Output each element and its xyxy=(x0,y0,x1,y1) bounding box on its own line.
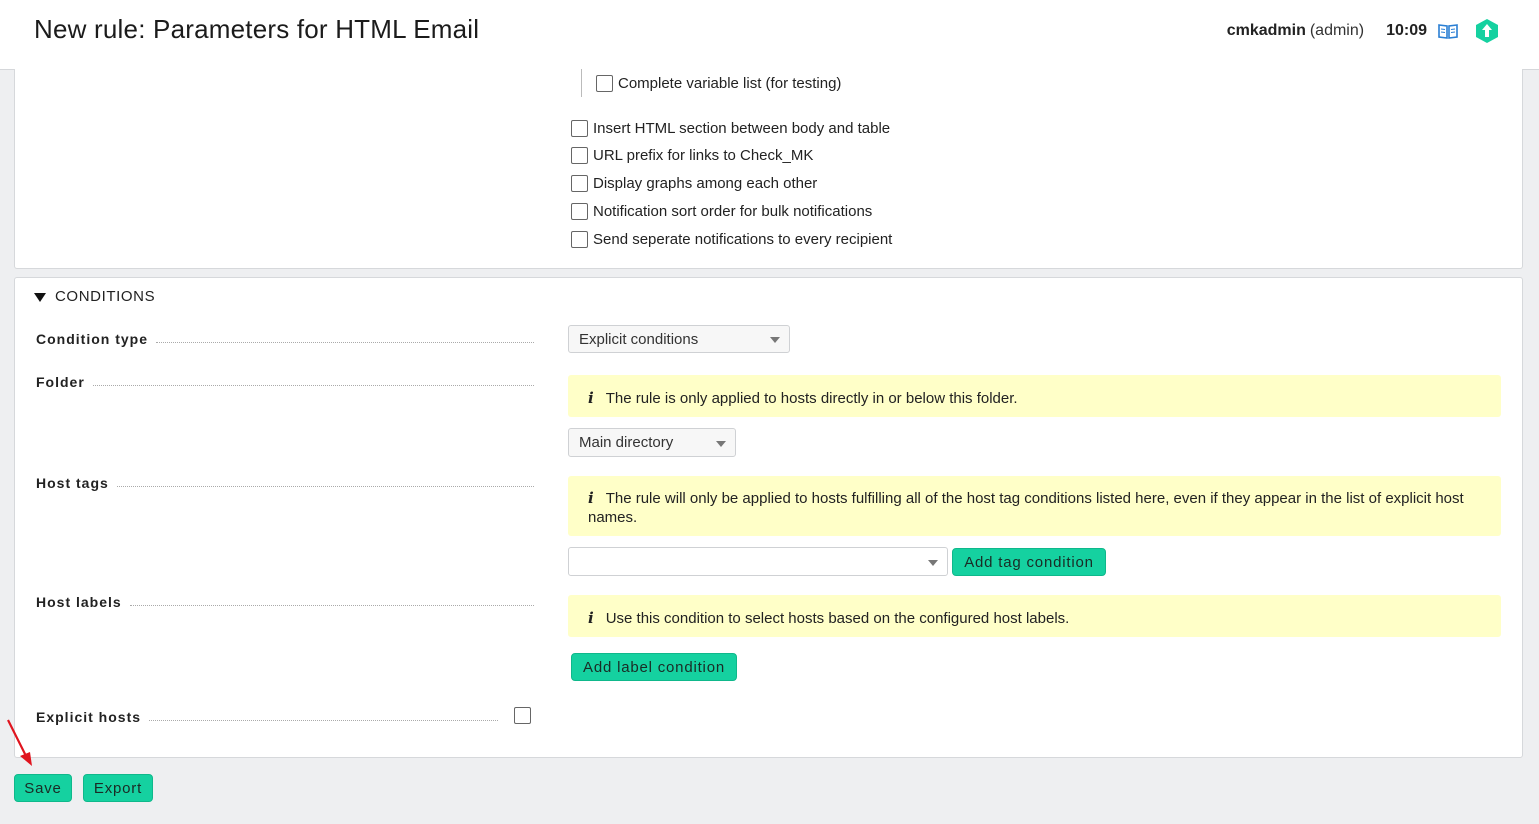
info-icon: i xyxy=(588,609,594,627)
checkbox[interactable] xyxy=(571,231,588,248)
label-explicit-hosts: Explicit hosts xyxy=(36,709,498,725)
option-label: Insert HTML section between body and tab… xyxy=(593,120,891,137)
conditions-header[interactable]: CONDITIONS xyxy=(34,288,155,305)
username[interactable]: cmkadmin xyxy=(1227,22,1306,40)
user-role: (admin) xyxy=(1309,22,1365,39)
label-text: Host labels xyxy=(36,594,122,610)
export-button[interactable]: Export xyxy=(83,774,153,802)
label-host-tags: Host tags xyxy=(36,475,534,491)
label-condition-type: Condition type xyxy=(36,331,534,347)
leader-dots xyxy=(116,486,534,487)
section-title: CONDITIONS xyxy=(55,288,156,305)
leader-dots xyxy=(149,720,498,721)
help-text: Use this condition to select hosts based… xyxy=(605,610,1070,627)
info-icon: i xyxy=(588,389,594,407)
folder-help: i The rule is only applied to hosts direc… xyxy=(568,375,1501,417)
folder-select[interactable]: Main directory xyxy=(568,428,736,457)
option-url-prefix[interactable]: URL prefix for links to Check_MK xyxy=(571,147,813,164)
option-label: URL prefix for links to Check_MK xyxy=(593,147,814,164)
leader-dots xyxy=(92,385,534,386)
label-text: Explicit hosts xyxy=(36,709,142,725)
host-tag-select[interactable] xyxy=(568,547,948,576)
checkbox[interactable] xyxy=(571,203,588,220)
chevron-down-icon xyxy=(770,337,780,343)
add-label-condition-button[interactable]: Add label condition xyxy=(571,653,737,681)
add-tag-condition-button[interactable]: Add tag condition xyxy=(952,548,1106,576)
option-complete-variable-list[interactable]: Complete variable list (for testing) xyxy=(596,75,841,92)
checkbox[interactable] xyxy=(571,120,588,137)
condition-type-select[interactable]: Explicit conditions xyxy=(568,325,790,353)
book-icon[interactable] xyxy=(1437,22,1459,40)
save-button[interactable]: Save xyxy=(14,774,72,802)
option-insert-html-section[interactable]: Insert HTML section between body and tab… xyxy=(571,120,890,137)
collapse-triangle-icon[interactable] xyxy=(34,293,46,302)
label-text: Condition type xyxy=(36,331,148,347)
label-host-labels: Host labels xyxy=(36,594,534,610)
checkbox[interactable] xyxy=(571,175,588,192)
host-labels-help: i Use this condition to select hosts base… xyxy=(568,595,1501,637)
label-text: Host tags xyxy=(36,475,109,491)
select-value: Main directory xyxy=(579,434,674,451)
option-label: Notification sort order for bulk notific… xyxy=(593,203,873,220)
label-folder: Folder xyxy=(36,374,534,390)
select-value: Explicit conditions xyxy=(579,330,699,348)
checkbox[interactable] xyxy=(571,147,588,164)
page-title: New rule: Parameters for HTML Email xyxy=(34,14,480,44)
info-icon: i xyxy=(588,489,594,507)
help-text: The rule will only be applied to hosts f… xyxy=(588,490,1464,526)
nesting-line xyxy=(581,69,582,97)
chevron-down-icon xyxy=(928,559,938,566)
option-display-graphs[interactable]: Display graphs among each other xyxy=(571,175,817,192)
explicit-hosts-checkbox[interactable] xyxy=(514,707,531,724)
option-separate-notifications[interactable]: Send seperate notifications to every rec… xyxy=(571,231,892,248)
help-text: The rule is only applied to hosts direct… xyxy=(605,390,1018,407)
leader-dots xyxy=(156,342,534,343)
label-text: Folder xyxy=(36,374,85,390)
clock: 10:09 xyxy=(1386,22,1427,39)
leader-dots xyxy=(129,605,534,606)
checkmk-logo-icon[interactable] xyxy=(1475,18,1499,44)
host-tags-help: i The rule will only be applied to hosts … xyxy=(568,476,1501,536)
checkbox[interactable] xyxy=(596,75,613,92)
red-arrow-icon xyxy=(7,719,32,766)
option-label: Complete variable list (for testing) xyxy=(618,75,842,92)
user-info: cmkadmin (admin) 10:09 xyxy=(1227,18,1499,44)
option-sort-order[interactable]: Notification sort order for bulk notific… xyxy=(571,203,872,220)
chevron-down-icon xyxy=(716,440,726,447)
option-label: Send seperate notifications to every rec… xyxy=(593,231,893,248)
option-label: Display graphs among each other xyxy=(593,175,818,192)
page-header: New rule: Parameters for HTML Email cmka… xyxy=(0,0,1539,70)
